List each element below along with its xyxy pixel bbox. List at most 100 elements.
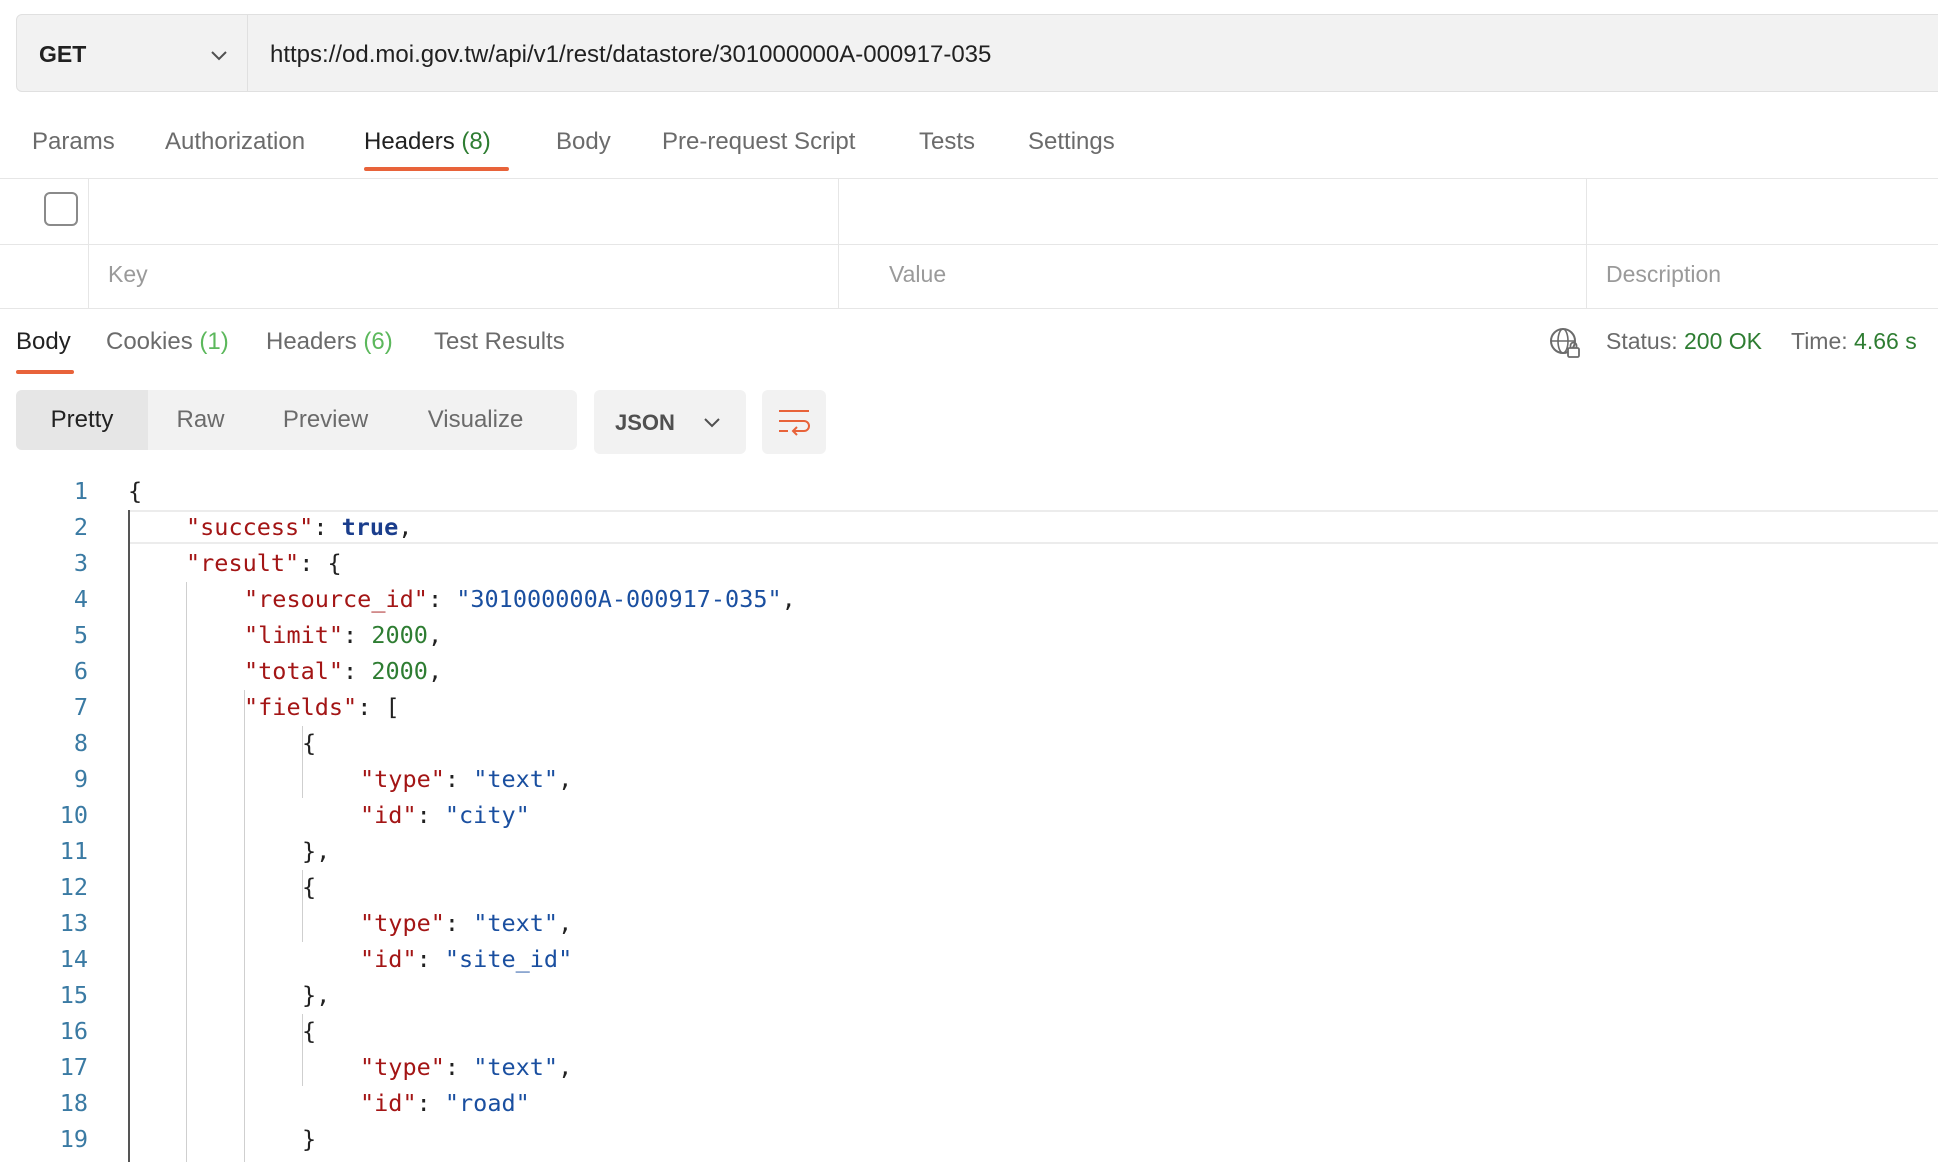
tab-test-results[interactable]: Test Results <box>434 328 565 356</box>
code-text: "type": "text", <box>360 765 572 793</box>
code-line: 8{ <box>0 726 1938 762</box>
tab-tests[interactable]: Tests <box>919 128 975 156</box>
key-placeholder: Key <box>108 261 148 287</box>
view-raw-button[interactable]: Raw <box>148 390 253 450</box>
description-input[interactable]: Description <box>1586 244 1938 308</box>
code-token: : { <box>299 549 342 577</box>
tab-label: Body <box>16 328 71 355</box>
code-token: "text" <box>473 1053 559 1081</box>
url-bar: GET https://od.moi.gov.tw/api/v1/rest/da… <box>16 14 1938 92</box>
line-number: 12 <box>59 873 88 901</box>
code-token: }, <box>302 837 331 865</box>
code-text: { <box>302 729 316 757</box>
tab-label: Headers <box>266 328 357 355</box>
tab-settings[interactable]: Settings <box>1028 128 1115 156</box>
tab-label: Pre-request Script <box>662 128 856 155</box>
code-text: "total": 2000, <box>244 657 442 685</box>
code-token: : <box>444 1053 474 1081</box>
tab-response-body[interactable]: Body <box>16 328 71 356</box>
code-token: , <box>558 909 573 937</box>
code-token: "id" <box>360 801 417 829</box>
view-pretty-button[interactable]: Pretty <box>16 390 148 450</box>
code-line: 9 "type": "text", <box>0 762 1938 798</box>
format-label: JSON <box>615 410 675 435</box>
code-token: : <box>427 585 457 613</box>
tab-headers[interactable]: Headers (8) <box>364 128 491 156</box>
code-text: "limit": 2000, <box>244 621 442 649</box>
tab-params[interactable]: Params <box>32 128 115 156</box>
code-token: , <box>558 1053 573 1081</box>
line-number: 17 <box>59 1053 88 1081</box>
code-token: , <box>427 657 443 685</box>
code-line: 7 "fields": [ <box>0 690 1938 726</box>
line-number: 3 <box>73 549 88 577</box>
code-text: "type": "text", <box>360 1053 572 1081</box>
tab-count: (6) <box>363 328 393 355</box>
code-text: { <box>128 477 142 505</box>
code-token: , <box>398 513 413 541</box>
code-token: "road" <box>444 1089 530 1117</box>
active-tab-indicator <box>364 167 509 171</box>
view-mode-selector: Pretty Raw Preview Visualize <box>16 390 577 450</box>
view-preview-button[interactable]: Preview <box>253 390 398 450</box>
code-token: : [ <box>357 693 400 721</box>
tab-label: Authorization <box>165 128 306 155</box>
response-body-editor[interactable]: 1{2 "success": true, 3 "result": {4 "resourc… <box>0 474 1938 1162</box>
code-token: 2000 <box>371 657 428 685</box>
code-line: 10 "id": "city" <box>0 798 1938 834</box>
tab-pre-request-script[interactable]: Pre-request Script <box>662 128 855 156</box>
wrap-lines-icon <box>779 410 810 436</box>
format-select[interactable]: JSON <box>594 390 746 454</box>
view-visualize-button[interactable]: Visualize <box>398 390 553 450</box>
code-text: "resource_id": "301000000A-000917-035", <box>244 585 796 613</box>
url-input[interactable]: https://od.moi.gov.tw/api/v1/rest/datast… <box>270 41 991 69</box>
code-text: { <box>302 873 316 901</box>
tab-authorization[interactable]: Authorization <box>165 128 305 156</box>
tab-response-headers[interactable]: Headers (6) <box>266 328 393 356</box>
tab-label: Test Results <box>434 328 565 355</box>
header-checkbox[interactable] <box>44 192 78 226</box>
tab-label: Headers <box>364 128 455 155</box>
code-token: "site_id" <box>444 945 573 973</box>
code-line: 6 "total": 2000, <box>0 654 1938 690</box>
tab-cookies[interactable]: Cookies (1) <box>106 328 229 356</box>
code-token: 2000 <box>371 621 428 649</box>
code-text: "id": "site_id" <box>360 945 572 973</box>
tab-body[interactable]: Body <box>556 128 611 156</box>
code-token: : <box>416 1089 445 1117</box>
code-token: "text" <box>473 765 559 793</box>
table-row <box>0 178 1938 245</box>
code-line: 17 "type": "text", <box>0 1050 1938 1086</box>
description-placeholder: Description <box>1606 261 1722 287</box>
line-number: 4 <box>73 585 88 613</box>
line-number: 15 <box>59 981 88 1009</box>
table-cell <box>88 178 839 244</box>
code-token: { <box>302 729 317 757</box>
wrap-lines-button[interactable] <box>762 390 826 454</box>
line-number: 13 <box>59 909 88 937</box>
code-line: 2 "success": true, <box>0 510 1938 546</box>
method-label: GET <box>39 41 87 67</box>
status-value: 200 OK <box>1684 328 1762 354</box>
tab-label: Settings <box>1028 128 1115 155</box>
globe-lock-icon[interactable] <box>1548 326 1582 360</box>
code-token: , <box>781 585 796 613</box>
headers-table: Key Value Description <box>0 178 1938 309</box>
line-number: 14 <box>59 945 88 973</box>
code-text: "result": { <box>186 549 342 577</box>
code-token: { <box>302 1017 317 1045</box>
time-value: 4.66 s <box>1854 328 1917 354</box>
code-token: { <box>128 477 143 505</box>
code-token: "result" <box>186 549 300 577</box>
code-token: "fields" <box>244 693 358 721</box>
line-number: 19 <box>59 1125 88 1153</box>
code-line: 11}, <box>0 834 1938 870</box>
code-token: } <box>302 1125 317 1153</box>
key-input[interactable]: Key <box>88 244 839 308</box>
value-input[interactable]: Value <box>838 244 1587 308</box>
response-status: Status: 200 OK <box>1606 328 1762 355</box>
code-line: 12 { <box>0 870 1938 906</box>
code-token: "limit" <box>244 621 344 649</box>
method-select[interactable]: GET <box>17 15 248 91</box>
code-token: "id" <box>360 1089 417 1117</box>
